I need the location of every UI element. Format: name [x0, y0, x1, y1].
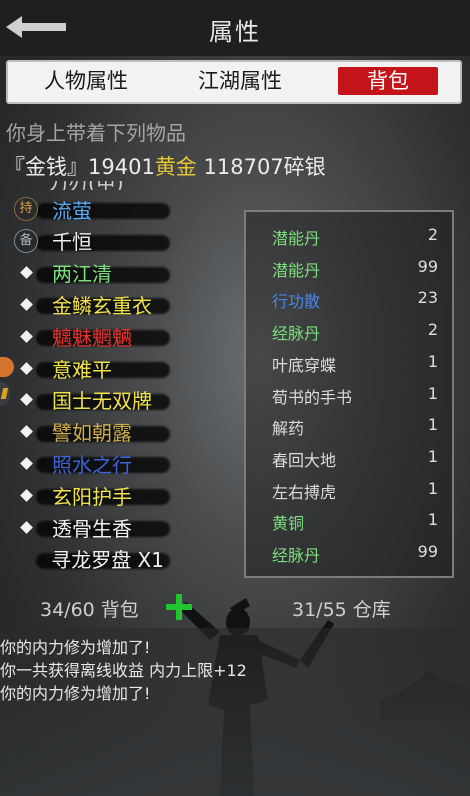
equipment-item[interactable]: 意难平 [14, 353, 170, 383]
equipment-item-name: 千恒 [52, 230, 92, 255]
equipment-item[interactable]: 譬如朝露 [14, 417, 170, 447]
equipment-item-name: 流萤 [52, 198, 92, 223]
inventory-item-name: 叶底穿蝶 [272, 355, 337, 375]
inventory-row[interactable]: 经脉丹 99 [246, 537, 452, 567]
tab-backpack[interactable]: 背包 [338, 67, 438, 95]
silver-label: 碎银 [283, 155, 326, 179]
inventory-item-name: 潜能丹 [272, 229, 321, 248]
diamond-bullet-icon [14, 356, 38, 380]
inventory-item-quantity: 23 [417, 288, 438, 308]
partial-list-item: 刀刃(甲) [48, 181, 128, 190]
equipment-item[interactable]: 备千恒 [14, 226, 170, 256]
equipment-item-name: 照水之行 [52, 452, 132, 477]
equipment-item-name: 意难平 [52, 357, 112, 382]
diamond-bullet-icon [14, 515, 38, 539]
inventory-item-quantity: 1 [427, 351, 438, 371]
inventory-row[interactable]: 黄铜 1 [246, 505, 452, 535]
log-message: 你一共获得离线收益 内力上限+12 [0, 661, 247, 680]
bag-capacity: 34/60 背包 [40, 599, 139, 621]
equipment-item[interactable]: 玄阳护手 [14, 480, 170, 510]
equipment-item-name: 魑魅魍魉 [52, 325, 132, 350]
equip-badge-icon: 持 [14, 197, 38, 221]
money-line: 『金钱』19401黄金 118707碎银 [4, 151, 326, 181]
equipment-item-name: 国士无双牌 [52, 389, 152, 414]
inventory-row[interactable]: 潜能丹 99 [246, 252, 452, 282]
inventory-item-name: 潜能丹 [272, 260, 321, 280]
equipment-item[interactable]: 魑魅魍魉 [14, 321, 170, 351]
log-message: 你的内力修为增加了! [0, 684, 151, 703]
inventory-item-quantity: 1 [427, 510, 438, 530]
inventory-row[interactable]: 行功散 23 [246, 283, 452, 313]
tab-jianghu-attributes[interactable]: 江湖属性 [188, 67, 292, 95]
equipment-item-name: 两江清 [52, 262, 112, 287]
inventory-row[interactable]: 荀书的手书 1 [246, 379, 452, 409]
inventory-panel: 潜能丹 2 潜能丹 99 行功散 23 经脉丹 2 叶底穿蝶 1 荀书的手书 1 解药 1 春回大地 1 左右搏… [244, 210, 454, 578]
silver-amount: 118707 [203, 155, 284, 179]
diamond-bullet-icon [14, 388, 38, 412]
inventory-item-name: 黄铜 [272, 514, 305, 534]
empty-bullet [14, 547, 37, 571]
inventory-item-quantity: 2 [427, 320, 438, 340]
diamond-bullet-icon [14, 420, 38, 444]
equipment-item[interactable]: 寻龙罗盘 X1 [14, 544, 170, 574]
money-prefix: 『金钱』 [4, 155, 88, 179]
diamond-bullet-icon [14, 292, 38, 316]
inventory-item-quantity: 99 [417, 256, 438, 276]
inventory-item-quantity: 1 [427, 446, 438, 466]
inventory-item-name: 解药 [272, 419, 305, 439]
inventory-row[interactable]: 潜能丹 2 [246, 220, 452, 250]
equipment-item[interactable]: 国士无双牌 [14, 385, 170, 415]
equip-badge-label: 持 [14, 197, 38, 221]
inventory-item-name: 经脉丹 [272, 324, 321, 344]
inventory-row[interactable]: 叶底穿蝶 1 [246, 347, 452, 377]
tab-character-attributes[interactable]: 人物属性 [34, 67, 138, 95]
diamond-bullet-icon [14, 261, 38, 285]
inventory-subtitle: 你身上带着下列物品 [6, 121, 186, 145]
inventory-item-quantity: 1 [427, 478, 438, 498]
diamond-bullet-icon [14, 451, 38, 475]
equipment-item-name: 透骨生香 [52, 516, 132, 541]
inventory-row[interactable]: 经脉丹 2 [246, 315, 452, 345]
diamond-bullet-icon [14, 324, 38, 348]
inventory-item-name: 左右搏虎 [272, 482, 337, 502]
inventory-item-name: 荀书的手书 [272, 387, 353, 407]
equipment-item-name: 玄阳护手 [52, 484, 132, 509]
message-log: 你的内力修为增加了! 你一共获得离线收益 内力上限+12 你的内力修为增加了! [0, 628, 470, 796]
storage-capacity[interactable]: 31/55 仓库 [292, 595, 391, 622]
inventory-item-name: 春回大地 [272, 450, 337, 470]
equipment-item[interactable]: 两江清 [14, 258, 170, 288]
inventory-item-name: 经脉丹 [272, 546, 321, 565]
equipment-item-name: 譬如朝露 [52, 421, 132, 446]
equipment-item-name: 寻龙罗盘 X1 [51, 548, 164, 573]
equipment-item-name: 金鳞玄重衣 [52, 293, 152, 318]
log-message: 你的内力修为增加了! [0, 638, 151, 657]
equipment-item[interactable]: 金鳞玄重衣 [14, 289, 170, 319]
header-bar: 属性 [0, 0, 470, 56]
inventory-item-quantity: 2 [427, 225, 438, 244]
equip-badge-icon: 备 [14, 228, 38, 253]
tab-bar: 人物属性 江湖属性 背包 [6, 60, 462, 104]
equip-badge-label: 备 [14, 228, 38, 253]
equipment-item[interactable]: 透骨生香 [14, 512, 170, 542]
inventory-item-quantity: 1 [427, 383, 438, 403]
inventory-row[interactable]: 春回大地 1 [246, 442, 452, 472]
page-title: 属性 [209, 18, 261, 46]
inventory-row[interactable]: 左右搏虎 1 [246, 474, 452, 504]
inventory-item-name: 行功散 [272, 292, 321, 312]
gold-amount: 19401 [88, 155, 155, 179]
add-plus-icon[interactable] [166, 594, 192, 620]
diamond-bullet-icon [14, 483, 38, 507]
inventory-item-quantity: 99 [417, 542, 438, 561]
equipment-item[interactable]: 持流萤 [14, 194, 170, 224]
inventory-item-quantity: 1 [427, 415, 438, 435]
inventory-row[interactable]: 解药 1 [246, 410, 452, 440]
gold-label: 黄金 [154, 155, 197, 179]
equipment-item[interactable]: 照水之行 [14, 448, 170, 478]
